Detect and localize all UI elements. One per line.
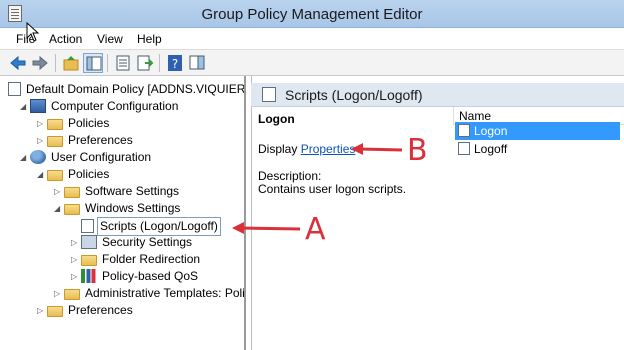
back-icon[interactable]	[8, 53, 28, 73]
expand-icon[interactable]: ▷	[54, 183, 64, 200]
details-header: Scripts (Logon/Logoff)	[251, 83, 624, 107]
callout-a: A	[305, 212, 326, 247]
up-folder-icon[interactable]	[61, 53, 81, 73]
collapse-icon[interactable]: ◢	[20, 149, 30, 166]
export-list-icon[interactable]	[135, 53, 155, 73]
description-label: Description:	[258, 169, 322, 183]
toolbar-separator	[159, 54, 160, 72]
callout-b: B	[407, 133, 428, 168]
folder-icon	[47, 119, 63, 130]
tree-item-preferences[interactable]: ▷ Preferences	[37, 302, 135, 319]
svg-text:?: ?	[172, 57, 178, 71]
expand-icon[interactable]: ▷	[37, 302, 47, 319]
menu-action[interactable]: Action	[49, 32, 82, 46]
list-item-logon[interactable]: Logon	[455, 122, 620, 140]
folder-icon	[64, 187, 80, 198]
security-icon	[81, 235, 97, 249]
menu-bar: File Action View Help	[0, 28, 624, 50]
policy-icon	[8, 82, 21, 96]
menu-view[interactable]: View	[97, 32, 123, 46]
folder-icon	[47, 136, 63, 147]
tree-item-user-configuration[interactable]: ◢ User Configuration	[20, 149, 153, 166]
collapse-icon[interactable]: ◢	[54, 200, 64, 217]
tree-item-policies[interactable]: ▷ Policies	[37, 115, 111, 132]
tree-item-scripts-logon-logoff[interactable]: Scripts (Logon/Logoff)	[71, 217, 221, 236]
toolbar-separator	[107, 54, 108, 72]
tree-item-folder-redirection[interactable]: ▷ Folder Redirection	[71, 251, 202, 268]
chart-icon	[81, 269, 97, 283]
help-icon[interactable]: ?	[165, 53, 185, 73]
forward-icon[interactable]	[30, 53, 50, 73]
description-text: Contains user logon scripts.	[258, 182, 407, 196]
users-icon	[30, 150, 46, 164]
column-name-label: Name	[459, 109, 492, 123]
show-action-pane-icon[interactable]	[187, 53, 207, 73]
details-title: Scripts (Logon/Logoff)	[285, 87, 423, 103]
show-hide-tree-icon[interactable]	[83, 53, 103, 73]
toolbar: ?	[0, 50, 624, 76]
tree-item-computer-configuration[interactable]: ◢ Computer Configuration	[20, 98, 180, 115]
expand-icon[interactable]: ▷	[37, 132, 47, 149]
expand-icon[interactable]: ▷	[54, 285, 64, 302]
expand-icon[interactable]: ▷	[71, 268, 81, 285]
list-item-logoff[interactable]: Logoff	[455, 140, 620, 158]
menu-help[interactable]: Help	[137, 32, 162, 46]
folder-icon	[47, 170, 63, 181]
display-properties-line: Display Properties	[258, 142, 355, 156]
tree-item-preferences[interactable]: ▷ Preferences	[37, 132, 135, 149]
title-bar: Group Policy Management Editor	[0, 0, 624, 28]
folder-icon	[47, 306, 63, 317]
scripts-icon	[81, 219, 94, 233]
properties-icon[interactable]	[113, 53, 133, 73]
computer-icon	[30, 99, 46, 113]
toolbar-separator	[55, 54, 56, 72]
expand-icon[interactable]: ▷	[71, 251, 81, 268]
console-tree: Default Domain Policy [ADDNS.VIQUIERA.L …	[0, 76, 246, 350]
display-label: Display	[258, 142, 298, 156]
scripts-icon	[262, 87, 276, 102]
tree-item-security-settings[interactable]: ▷ Security Settings	[71, 234, 194, 251]
script-file-icon	[458, 124, 470, 137]
section-heading: Logon	[258, 112, 295, 126]
tree-item-administrative-templates[interactable]: ▷ Administrative Templates: Policy	[54, 285, 244, 302]
mouse-cursor-icon	[26, 22, 40, 42]
tree-item-windows-settings[interactable]: ◢ Windows Settings	[54, 200, 182, 217]
window-title: Group Policy Management Editor	[201, 6, 423, 23]
collapse-icon[interactable]: ◢	[20, 98, 30, 115]
folder-icon	[64, 289, 80, 300]
folder-icon	[81, 255, 97, 266]
tree-item-policies[interactable]: ◢ Policies	[37, 166, 111, 183]
tree-item-default-domain-policy[interactable]: Default Domain Policy [ADDNS.VIQUIERA.L	[8, 81, 244, 98]
tree-item-policy-based-qos[interactable]: ▷ Policy-based QoS	[71, 268, 200, 285]
script-file-icon	[458, 142, 470, 155]
properties-link[interactable]: Properties	[301, 142, 356, 156]
expand-icon[interactable]: ▷	[71, 234, 81, 251]
tree-item-software-settings[interactable]: ▷ Software Settings	[54, 183, 181, 200]
collapse-icon[interactable]: ◢	[37, 166, 47, 183]
expand-icon[interactable]: ▷	[37, 115, 47, 132]
folder-icon	[64, 204, 80, 215]
